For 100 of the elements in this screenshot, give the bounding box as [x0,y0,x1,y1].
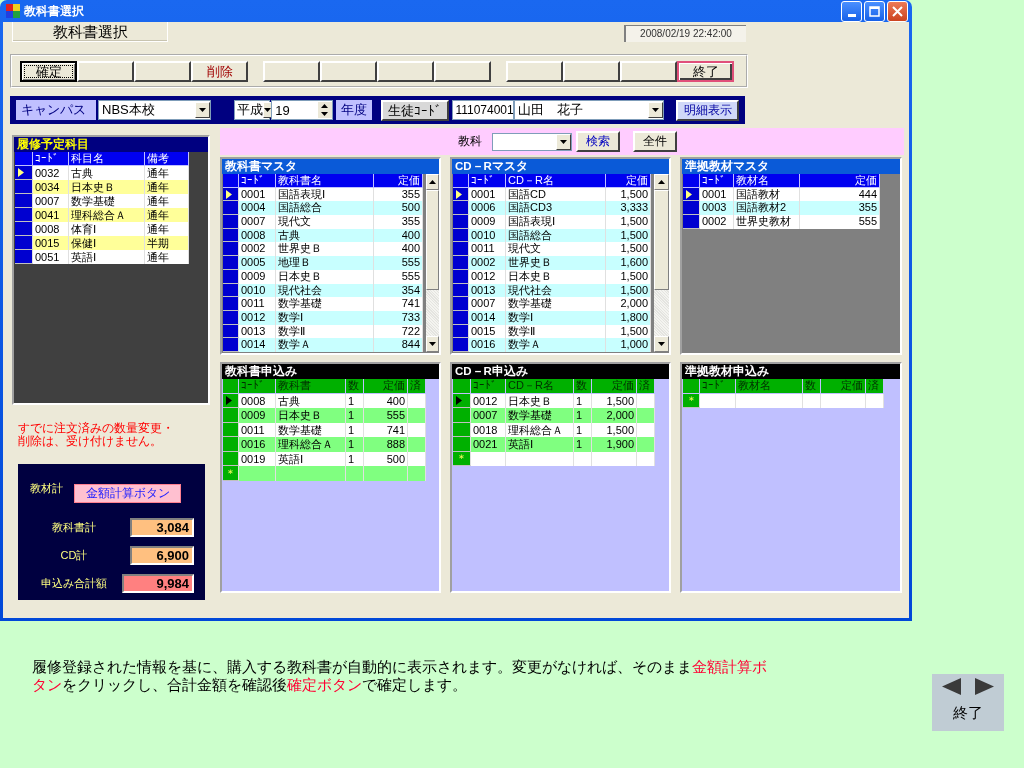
caret-down-icon [321,112,329,116]
row-selector[interactable] [15,194,33,208]
next-arrow-icon[interactable] [975,678,994,695]
table-cell: 0011 [469,242,506,257]
blank-button[interactable] [506,60,563,82]
blank-button[interactable] [434,60,491,82]
row-selector[interactable] [223,256,239,270]
scrollbar[interactable] [426,174,439,352]
column-header: 教材名 [736,379,803,394]
column-header: 備考 [145,152,189,166]
table-cell: 世界史Ｂ [506,256,606,270]
row-selector[interactable] [453,338,469,352]
scroll-down-icon[interactable] [429,341,436,346]
toolbar-button[interactable]: 削除 [191,60,248,82]
blank-button[interactable] [620,60,677,82]
subject-select[interactable] [492,132,572,151]
column-header: ｺｰﾄﾞ [700,174,734,188]
table-cell: 355 [374,215,423,229]
campus-label: キャンパス [16,100,96,120]
row-selector[interactable] [223,215,239,229]
current-row-icon [18,168,24,177]
table-cell: 0021 [471,437,506,452]
scrollbar[interactable] [654,174,669,352]
table-cell: 400 [374,242,423,257]
scroll-down-icon[interactable] [658,341,665,346]
column-header: 教科書 [276,379,346,394]
table-cell: 555 [374,256,423,270]
table-cell: 0002 [239,242,276,257]
row-selector[interactable] [453,256,469,270]
row-selector[interactable] [15,208,33,222]
scroll-up-icon[interactable] [429,180,436,184]
table-cell: 1,900 [592,437,637,452]
table-cell: 古典 [69,166,145,180]
table-cell: 数学基礎 [69,194,145,208]
student-name-select[interactable]: 山田 花子 [514,100,665,120]
row-selector[interactable] [223,297,239,311]
header-corner [683,379,700,394]
table-cell: 日本史Ｂ [69,180,145,194]
row-selector[interactable] [683,215,700,229]
row-selector[interactable] [223,201,239,216]
row-selector[interactable] [15,250,33,264]
maximize-button[interactable] [864,0,885,22]
row-selector[interactable] [453,242,469,257]
current-row-icon [226,189,232,199]
exit-link[interactable]: 終了 [953,704,983,723]
column-header: 定価 [374,174,423,188]
blank-button[interactable] [263,60,320,82]
search-button[interactable]: 検索 [576,131,620,152]
header-corner [223,174,239,188]
notice-text: すでに注文済みの数量変更・ [18,422,175,435]
column-header: 定価 [606,174,651,188]
year-label: 年度 [335,100,372,120]
era-select[interactable]: 平成 [234,100,271,120]
blank-button[interactable] [134,60,191,82]
row-selector[interactable] [223,338,239,352]
detail-button[interactable]: 明細表示 [676,99,739,121]
row-selector[interactable] [15,166,33,180]
close-button[interactable] [887,0,908,22]
table-cell: 0016 [239,437,276,452]
row-selector[interactable] [15,236,33,250]
blank-button[interactable] [77,60,134,82]
table-cell: 保健Ⅰ [69,236,145,250]
table-cell: 555 [364,408,408,423]
toolbar-button[interactable]: 終了 [677,60,734,82]
column-header: 定価 [364,379,408,394]
table-cell: 現代文 [276,215,374,229]
row-selector[interactable] [683,201,700,216]
year-spinner[interactable]: 19 [271,100,333,120]
instruction-text: 履修登録された情報を基に、購入する教科書が自動的に表示されます。変更がなければ、そのまま金額計算ボタンをクリックし、合計金額を確認後確定ボタンで確定します。 [32,658,768,694]
row-selector[interactable] [15,222,33,236]
table-cell: 1 [346,437,364,452]
column-header: ｺｰﾄﾞ [700,379,736,394]
student-code-field[interactable]: 111074001 [452,100,515,120]
table-cell: 0051 [33,250,69,264]
table-cell: 3,333 [606,201,651,216]
calculate-button[interactable]: 金額計算ボタン [74,484,181,503]
row-selector[interactable] [223,242,239,257]
student-code-button[interactable]: 生徒ｺｰﾄﾞ [380,99,450,121]
show-all-button[interactable]: 全件 [633,131,677,152]
row-selector[interactable] [453,201,469,216]
minimize-button[interactable] [841,0,862,22]
previous-arrow-icon[interactable] [942,678,961,695]
row-selector[interactable] [15,180,33,194]
header-corner [15,152,33,166]
caret-down-icon [199,108,207,112]
blank-button[interactable] [563,60,620,82]
timestamp: 2008/02/19 22:42:00 [624,25,746,42]
table-cell: 1,500 [606,242,651,257]
column-header: 数 [803,379,821,394]
row-selector[interactable] [453,215,469,229]
blank-button[interactable] [320,60,377,82]
blank-button[interactable] [377,60,434,82]
table-cell: 国語教材2 [734,201,800,216]
scroll-up-icon[interactable] [658,180,665,184]
campus-select[interactable]: NBS本校 [98,100,212,120]
table-cell: 0007 [469,297,506,311]
table-cell: 体育Ⅰ [69,222,145,236]
column-header: 科目名 [69,152,145,166]
row-selector[interactable] [453,297,469,311]
panel-title: 履修予定科目 [14,137,208,152]
